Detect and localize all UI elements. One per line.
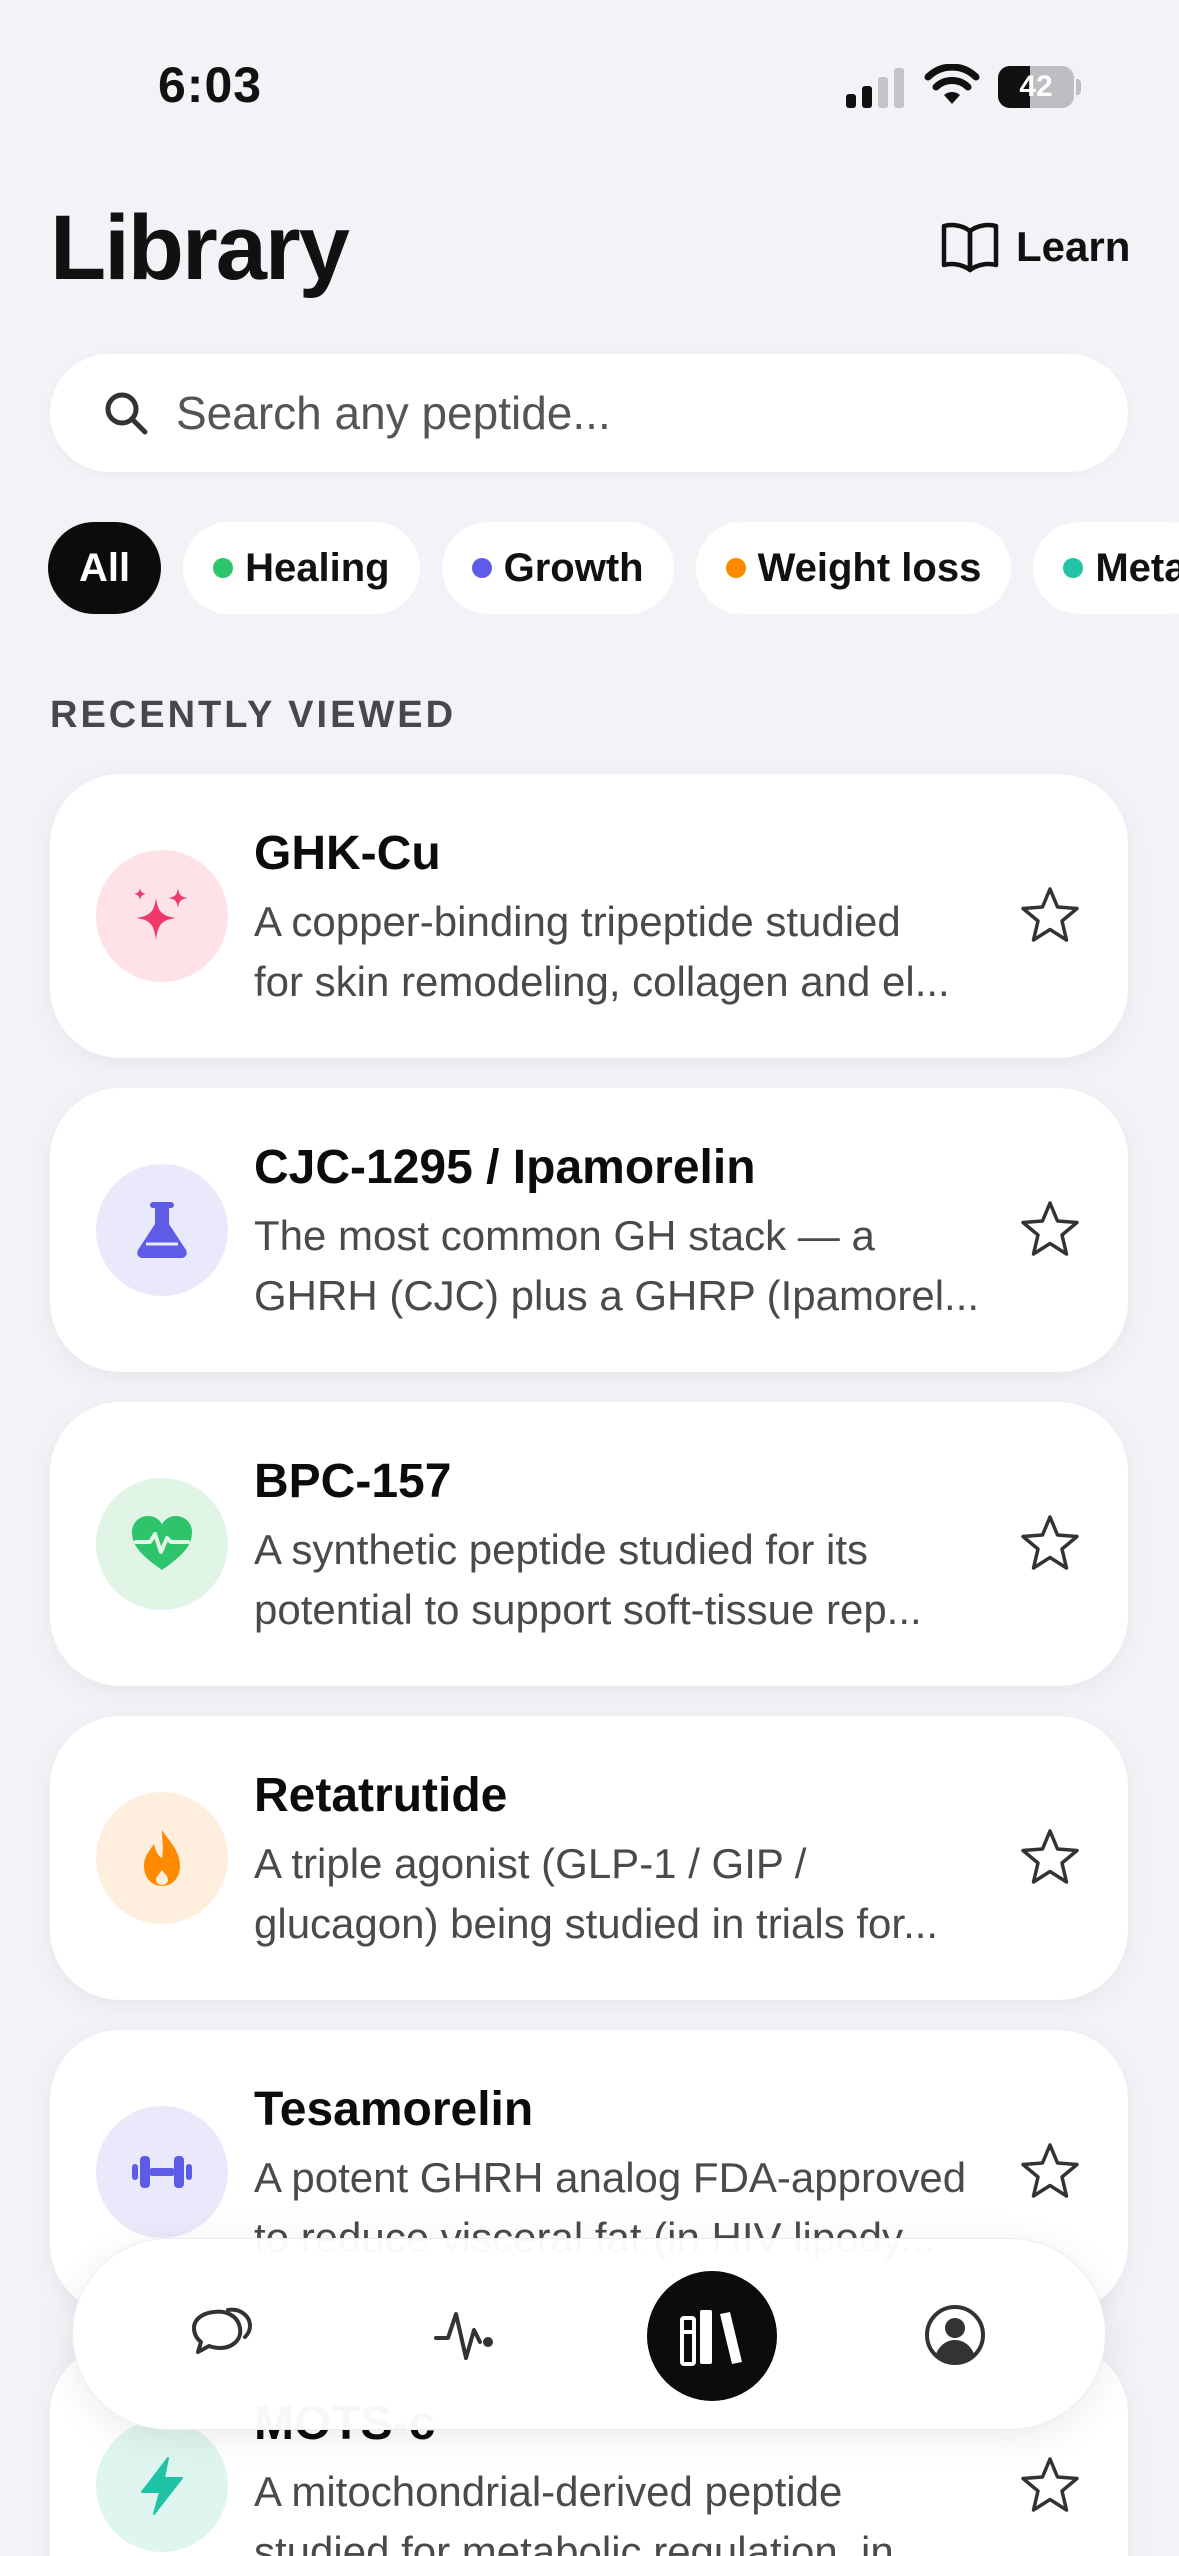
- battery-indicator: 42: [998, 66, 1081, 108]
- description-line: A mitochondrial-derived peptide: [254, 2468, 843, 2515]
- peptide-card-retatrutide[interactable]: Retatrutide A triple agonist (GLP-1 / GI…: [50, 1716, 1128, 2000]
- activity-pulse-icon: [434, 2312, 493, 2360]
- search-icon: [105, 392, 148, 435]
- section-header-recently-viewed: RECENTLY VIEWED: [50, 694, 457, 736]
- tab-library[interactable]: [647, 2271, 777, 2401]
- orange-dot-icon: [725, 558, 746, 578]
- card-icon-wrap: [96, 1792, 228, 1924]
- tab-activity[interactable]: [425, 2295, 505, 2375]
- peptide-card-ghk-cu[interactable]: GHK-Cu A copper-binding tripeptide studi…: [50, 774, 1128, 1058]
- search-bar[interactable]: [50, 354, 1128, 472]
- peptide-name: BPC-157: [254, 1455, 452, 1508]
- profile-icon: [925, 2305, 985, 2365]
- battery-cap: [1076, 79, 1081, 95]
- filter-chip-label: Meta: [1095, 545, 1179, 590]
- star-icon[interactable]: [1018, 884, 1082, 948]
- star-icon[interactable]: [1018, 1198, 1082, 1262]
- description-line: A potent GHRH analog FDA-approved: [254, 2154, 967, 2201]
- peptide-description: The most common GH stack — a GHRH (CJC) …: [254, 1206, 1054, 1326]
- description-line: The most common GH stack — a: [254, 1212, 875, 1259]
- tab-chat[interactable]: [181, 2295, 261, 2375]
- lightning-icon: [141, 2457, 183, 2515]
- card-icon-wrap: [96, 2420, 228, 2552]
- cellular-signal-icon: [846, 68, 904, 108]
- description-line: studied for metabolic regulation, in...: [254, 2528, 929, 2556]
- card-icon-wrap: [96, 1164, 228, 1296]
- peptide-description: A mitochondrial-derived peptide studied …: [254, 2462, 1054, 2556]
- flask-icon: [137, 1202, 187, 1258]
- learn-label: Learn: [1016, 223, 1131, 270]
- description-line: A triple agonist (GLP-1 / GIP /: [254, 1840, 807, 1887]
- status-time: 6:03: [158, 57, 263, 113]
- description-line: for skin remodeling, collagen and el...: [254, 958, 950, 1005]
- filter-chip-growth[interactable]: Growth: [441, 522, 674, 614]
- sparkles-icon: [134, 888, 188, 940]
- description-line: potential to support soft-tissue rep...: [254, 1586, 922, 1633]
- filter-chip-label: Healing: [245, 545, 390, 590]
- library-books-icon: [680, 2310, 742, 2366]
- heart-pulse-icon: [132, 1516, 192, 1570]
- filter-chip-weight-loss[interactable]: Weight loss: [695, 522, 1012, 614]
- teal-dot-icon: [1063, 558, 1084, 578]
- filter-chip-label: All: [79, 545, 131, 590]
- chat-bubbles-icon: [192, 2307, 253, 2354]
- bottom-tab-bar: [72, 2238, 1106, 2430]
- filter-chip-label: Growth: [503, 545, 644, 590]
- peptide-name: CJC-1295 / Ipamorelin: [254, 1141, 756, 1194]
- peptide-description: A synthetic peptide studied for its pote…: [254, 1520, 1054, 1640]
- filter-chip-metabolic[interactable]: Meta: [1033, 522, 1179, 614]
- dumbbell-icon: [132, 2156, 192, 2188]
- tab-profile[interactable]: [915, 2295, 995, 2375]
- peptide-description: A copper-binding tripeptide studied for …: [254, 892, 1054, 1012]
- filter-chips: All Healing Growth Weight loss Meta: [48, 522, 1179, 616]
- filter-chip-label: Weight loss: [757, 545, 982, 590]
- learn-button[interactable]: Learn: [940, 216, 1130, 278]
- search-input[interactable]: [176, 386, 1036, 440]
- filter-chip-all[interactable]: All: [48, 522, 162, 614]
- battery-body: 42: [998, 66, 1074, 108]
- star-icon[interactable]: [1018, 2454, 1082, 2518]
- status-bar: 6:03 42: [0, 0, 1179, 150]
- star-icon[interactable]: [1018, 2140, 1082, 2204]
- card-icon-wrap: [96, 2106, 228, 2238]
- peptide-card-bpc-157[interactable]: BPC-157 A synthetic peptide studied for …: [50, 1402, 1128, 1686]
- book-open-icon: [941, 222, 999, 273]
- peptide-name: Retatrutide: [254, 1769, 508, 1822]
- green-dot-icon: [213, 558, 234, 578]
- peptide-card-cjc-1295-ipamorelin[interactable]: CJC-1295 / Ipamorelin The most common GH…: [50, 1088, 1128, 1372]
- description-line: A synthetic peptide studied for its: [254, 1526, 869, 1573]
- peptide-description: A triple agonist (GLP-1 / GIP / glucagon…: [254, 1834, 1054, 1954]
- flame-icon: [144, 1830, 180, 1886]
- description-line: A copper-binding tripeptide studied: [254, 898, 901, 945]
- battery-level: 42: [1019, 70, 1053, 103]
- description-line: glucagon) being studied in trials for...: [254, 1900, 939, 1947]
- description-line: GHRH (CJC) plus a GHRP (Ipamorel...: [254, 1272, 980, 1319]
- peptide-name: Tesamorelin: [254, 2083, 534, 2136]
- purple-dot-icon: [471, 558, 492, 578]
- card-icon-wrap: [96, 850, 228, 982]
- page-title: Library: [50, 197, 350, 299]
- star-icon[interactable]: [1018, 1826, 1082, 1890]
- filter-chip-healing[interactable]: Healing: [183, 522, 420, 614]
- star-icon[interactable]: [1018, 1512, 1082, 1576]
- wifi-icon: [924, 64, 980, 104]
- peptide-name: GHK-Cu: [254, 827, 441, 880]
- card-icon-wrap: [96, 1478, 228, 1610]
